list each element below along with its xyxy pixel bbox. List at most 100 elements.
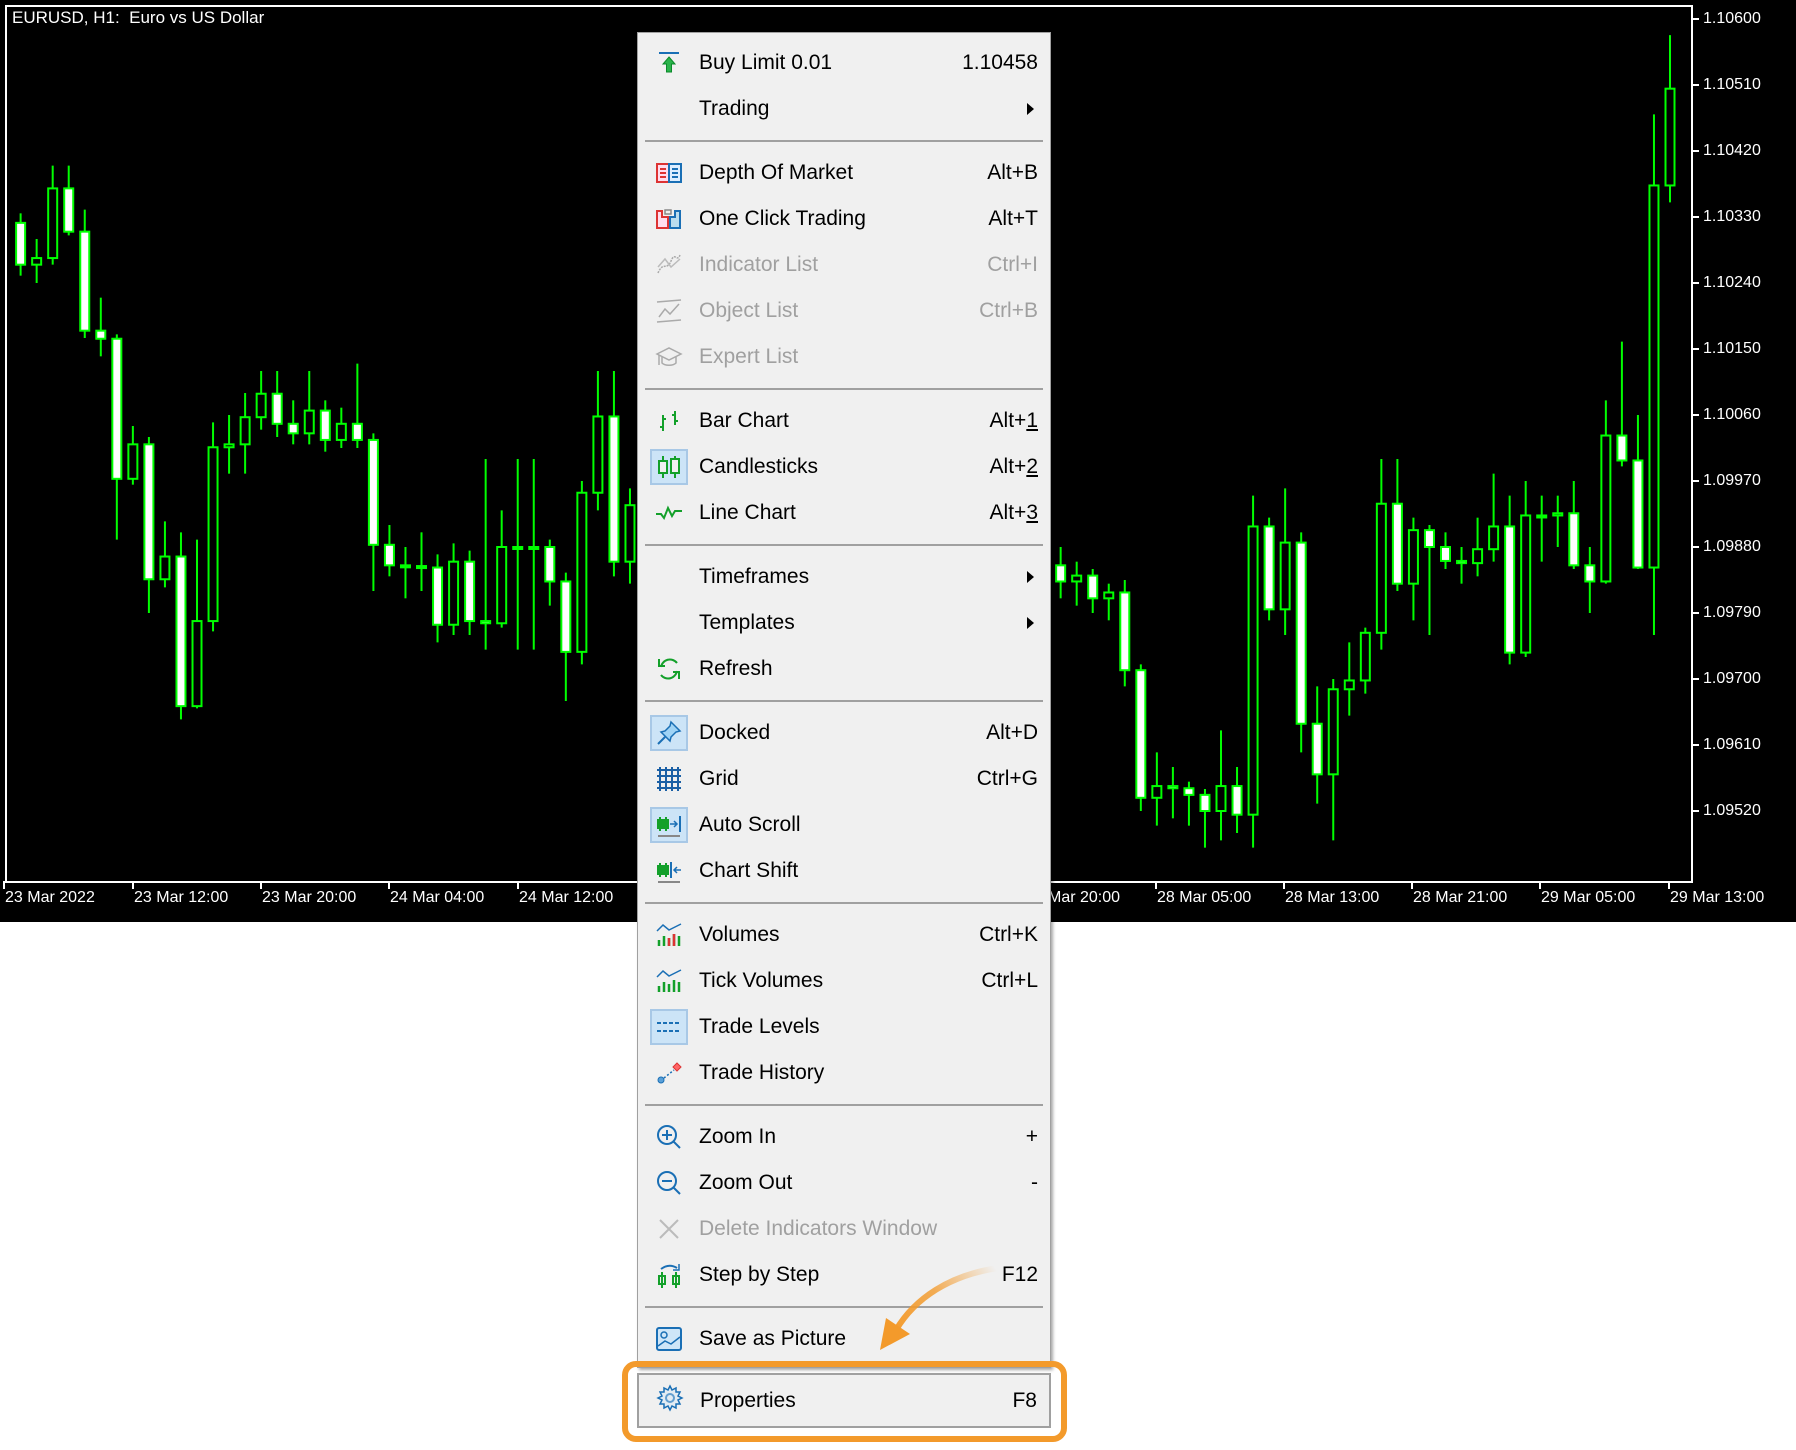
candle-body bbox=[1536, 514, 1548, 519]
candle-body bbox=[1119, 591, 1131, 672]
menu-item-chart-shift[interactable]: Chart Shift bbox=[638, 848, 1050, 894]
menu-item-tick-volumes[interactable]: Tick Volumes Ctrl+L bbox=[638, 958, 1050, 1004]
shortcut-text: Alt+T bbox=[988, 207, 1038, 230]
auto-scroll-icon bbox=[650, 807, 688, 843]
menu-item-indicator-list[interactable]: Indicator List Ctrl+I bbox=[638, 242, 1050, 288]
candle-body bbox=[1632, 459, 1644, 569]
candle bbox=[255, 371, 267, 430]
menu-item-shortcut: + bbox=[1026, 1125, 1038, 1149]
candle bbox=[512, 459, 524, 650]
candle-body bbox=[1568, 512, 1580, 567]
menu-item-label: Depth Of Market bbox=[699, 161, 854, 184]
indicator-list-icon bbox=[650, 247, 688, 283]
candle bbox=[1407, 517, 1419, 621]
menu-item-label: Templates bbox=[699, 611, 795, 634]
candle-body bbox=[111, 337, 123, 480]
candle bbox=[1359, 627, 1371, 694]
candle-body bbox=[1648, 184, 1660, 569]
candle bbox=[1055, 547, 1067, 599]
menu-item-label: Trade Levels bbox=[699, 1015, 820, 1038]
menu-item-shortcut: Ctrl+I bbox=[987, 253, 1038, 277]
candle-body bbox=[1135, 669, 1147, 799]
menu-item-save-as-picture[interactable]: Save as Picture bbox=[638, 1316, 1050, 1362]
candle bbox=[287, 400, 299, 445]
menu-item-shortcut: Alt+3 bbox=[990, 501, 1038, 525]
candle-body bbox=[79, 230, 91, 332]
candle bbox=[480, 459, 492, 650]
menu-item-line-chart[interactable]: Line Chart Alt+3 bbox=[638, 490, 1050, 536]
candle-body bbox=[608, 415, 620, 563]
candle bbox=[351, 363, 363, 448]
buy-limit-icon bbox=[650, 45, 688, 81]
shortcut-key: 1 bbox=[1026, 409, 1038, 432]
chart-shift-icon bbox=[650, 853, 688, 889]
candle bbox=[1648, 114, 1660, 635]
menu-item-label: One Click Trading bbox=[699, 207, 866, 230]
candle-body bbox=[1600, 434, 1612, 583]
candle bbox=[1279, 488, 1291, 635]
menu-item-zoom-in[interactable]: Zoom In + bbox=[638, 1114, 1050, 1160]
candle bbox=[1600, 400, 1612, 584]
candle bbox=[111, 334, 123, 540]
menu-item-buy-limit-0-01[interactable]: Buy Limit 0.01 1.10458 bbox=[638, 40, 1050, 86]
candle-body bbox=[1071, 574, 1083, 583]
menu-item-volumes[interactable]: Volumes Ctrl+K bbox=[638, 912, 1050, 958]
menu-item-auto-scroll[interactable]: Auto Scroll bbox=[638, 802, 1050, 848]
menu-item-bar-chart[interactable]: Bar Chart Alt+1 bbox=[638, 398, 1050, 444]
candle-body bbox=[464, 560, 476, 623]
candle bbox=[1167, 767, 1179, 819]
candle-body bbox=[175, 555, 187, 708]
menu-item-timeframes[interactable]: Timeframes bbox=[638, 554, 1050, 600]
candle bbox=[1311, 686, 1323, 804]
shortcut-text: Ctrl+B bbox=[979, 299, 1038, 322]
menu-item-templates[interactable]: Templates bbox=[638, 600, 1050, 646]
menu-item-depth-of-market[interactable]: Depth Of Market Alt+B bbox=[638, 150, 1050, 196]
menu-item-trade-history[interactable]: Trade History bbox=[638, 1050, 1050, 1096]
menu-item-one-click-trading[interactable]: One Click Trading Alt+T bbox=[638, 196, 1050, 242]
candle bbox=[1456, 547, 1468, 584]
candle bbox=[432, 554, 444, 643]
highlight-annotation-box bbox=[622, 1361, 1067, 1442]
menu-separator bbox=[638, 894, 1050, 912]
menu-item-label: Tick Volumes bbox=[699, 969, 824, 992]
candle-body bbox=[47, 187, 59, 260]
candle bbox=[416, 532, 428, 591]
candle bbox=[207, 422, 219, 632]
menu-item-grid[interactable]: Grid Ctrl+G bbox=[638, 756, 1050, 802]
one-click-trading-icon bbox=[650, 201, 688, 237]
candle bbox=[303, 371, 315, 445]
menu-item-label: Timeframes bbox=[699, 565, 810, 588]
menu-item-object-list[interactable]: Object List Ctrl+B bbox=[638, 288, 1050, 334]
candle-body bbox=[1391, 502, 1403, 585]
candle bbox=[31, 239, 43, 283]
candle-body bbox=[127, 443, 139, 480]
menu-item-docked[interactable]: Docked Alt+D bbox=[638, 710, 1050, 756]
menu-item-candlesticks[interactable]: Candlesticks Alt+2 bbox=[638, 444, 1050, 490]
menu-item-refresh[interactable]: Refresh bbox=[638, 646, 1050, 692]
candle-body bbox=[1247, 525, 1259, 816]
candle bbox=[1375, 459, 1387, 650]
candle bbox=[239, 393, 251, 474]
menu-item-expert-list[interactable]: Expert List bbox=[638, 334, 1050, 380]
menu-item-label: Trading bbox=[699, 97, 770, 120]
candle bbox=[1664, 35, 1676, 203]
candle-body bbox=[367, 438, 379, 546]
candle-body bbox=[1504, 525, 1516, 654]
candle-body bbox=[1087, 574, 1099, 600]
candle bbox=[1151, 752, 1163, 826]
menu-item-step-by-step[interactable]: Step by Step F12 bbox=[638, 1252, 1050, 1298]
menu-item-label: Grid bbox=[699, 767, 739, 790]
candle bbox=[1472, 517, 1484, 577]
menu-item-delete-indicators-window[interactable]: Delete Indicators Window bbox=[638, 1206, 1050, 1252]
menu-item-zoom-out[interactable]: Zoom Out - bbox=[638, 1160, 1050, 1206]
candle-body bbox=[159, 555, 171, 581]
menu-item-trading[interactable]: Trading bbox=[638, 86, 1050, 132]
menu-item-shortcut: - bbox=[1031, 1171, 1038, 1195]
menu-separator bbox=[638, 132, 1050, 150]
candlesticks-icon bbox=[650, 449, 688, 485]
menu-item-shortcut: Alt+D bbox=[986, 721, 1038, 745]
candle bbox=[127, 426, 139, 485]
menu-item-trade-levels[interactable]: Trade Levels bbox=[638, 1004, 1050, 1050]
menu-item-label: Zoom In bbox=[699, 1125, 777, 1148]
submenu-arrow-icon bbox=[1027, 571, 1034, 583]
